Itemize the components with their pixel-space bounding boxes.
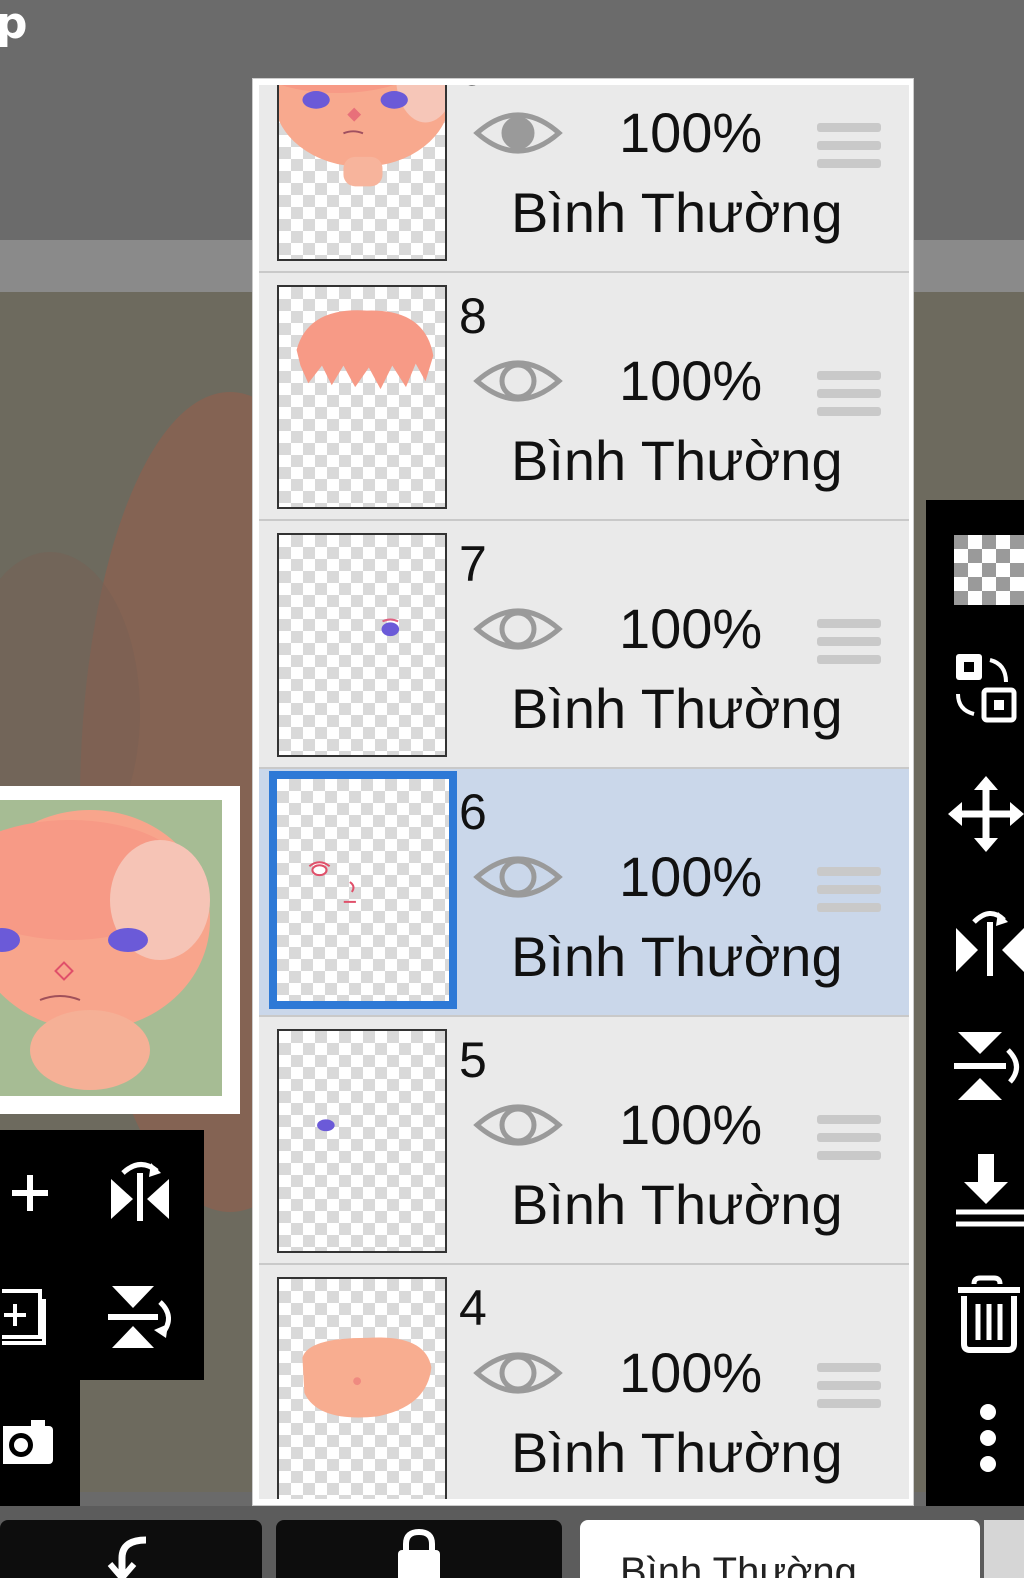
drag-handle-icon[interactable] <box>817 619 881 673</box>
layer-row-9[interactable]: 9 100% Bình Thường <box>259 85 909 273</box>
drag-handle-icon[interactable] <box>817 1115 881 1169</box>
layer-thumbnail[interactable] <box>277 1277 447 1499</box>
layer-number: 9 <box>459 85 487 93</box>
swap-layer-button[interactable] <box>944 648 1024 728</box>
thumbnail-art <box>381 618 400 637</box>
clip-icon <box>107 1536 147 1578</box>
flip-vertical-button[interactable] <box>100 1278 180 1354</box>
layer-tools-right <box>926 500 1024 1506</box>
move-button[interactable] <box>944 774 1024 854</box>
thumbnail-art <box>308 861 356 903</box>
layer-number: 4 <box>459 1280 487 1336</box>
flip-vertical-layer-button[interactable] <box>944 1026 1024 1106</box>
bottom-bar: Bình Thường <box>0 1506 1024 1578</box>
camera-button[interactable] <box>0 1406 60 1476</box>
title-fragment: p <box>0 0 28 49</box>
layer-list[interactable]: 9 100% Bình Thường 8 100% Bình Thường 7 … <box>259 85 909 1499</box>
canvas-preview[interactable] <box>0 786 240 1114</box>
layer-number: 7 <box>459 536 487 592</box>
layer-tools-left-bottom <box>0 1380 80 1506</box>
add-folder-button[interactable] <box>0 1280 54 1350</box>
layer-blend-mode[interactable]: Bình Thường <box>511 185 843 241</box>
delete-layer-button[interactable] <box>944 1274 1024 1354</box>
flip-vertical-icon <box>954 1032 1019 1100</box>
lock-alpha-icon <box>398 1528 440 1578</box>
plus-icon <box>12 1175 48 1211</box>
drag-handle-icon[interactable] <box>817 371 881 425</box>
layer-thumbnail[interactable] <box>277 533 447 757</box>
layer-opacity[interactable]: 100% <box>619 105 762 161</box>
more-vertical-icon <box>980 1404 996 1472</box>
blend-mode-select[interactable]: Bình Thường <box>580 1520 980 1578</box>
layer-row-7[interactable]: 7 100% Bình Thường <box>259 521 909 769</box>
layer-row-8[interactable]: 8 100% Bình Thường <box>259 273 909 521</box>
layer-number: 5 <box>459 1032 487 1088</box>
layer-thumbnail[interactable] <box>277 285 447 509</box>
eye-icon[interactable] <box>473 103 563 163</box>
swap-icon <box>956 654 1017 723</box>
layer-thumbnail[interactable] <box>269 771 457 1009</box>
layer-number: 8 <box>459 288 487 344</box>
blend-mode-label: Bình Thường <box>620 1550 857 1578</box>
layer-thumbnail[interactable] <box>277 85 447 261</box>
layer-opacity[interactable]: 100% <box>619 1097 762 1153</box>
layer-thumbnail[interactable] <box>277 1029 447 1253</box>
layer-tools-left <box>0 1130 204 1380</box>
flip-horizontal-icon <box>956 911 1024 976</box>
checker-icon <box>954 535 1024 605</box>
layer-opacity[interactable]: 100% <box>619 601 762 657</box>
drag-handle-icon[interactable] <box>817 123 881 177</box>
clipping-button[interactable] <box>0 1520 262 1578</box>
layer-blend-mode[interactable]: Bình Thường <box>511 681 843 737</box>
thumbnail-art <box>317 1119 335 1132</box>
transparency-button[interactable] <box>944 530 1024 610</box>
layer-row-6[interactable]: 6 100% Bình Thường <box>259 769 909 1017</box>
eye-icon[interactable] <box>473 1095 563 1155</box>
merge-down-button[interactable] <box>944 1150 1024 1230</box>
layer-blend-mode[interactable]: Bình Thường <box>511 433 843 489</box>
eye-icon[interactable] <box>473 847 563 907</box>
layer-opacity[interactable]: 100% <box>619 1345 762 1401</box>
drag-handle-icon[interactable] <box>817 1363 881 1417</box>
thumbnail-art <box>279 85 445 187</box>
preview-artwork <box>0 800 222 1096</box>
flip-vertical-icon <box>108 1286 171 1348</box>
add-layer-copy-icon <box>2 1289 46 1345</box>
layer-blend-mode[interactable]: Bình Thường <box>511 1177 843 1233</box>
more-button[interactable] <box>944 1398 1024 1478</box>
layer-panel: 9 100% Bình Thường 8 100% Bình Thường 7 … <box>252 78 914 1506</box>
camera-icon <box>3 1420 53 1464</box>
flip-horizontal-icon <box>111 1162 169 1221</box>
trash-icon <box>958 1275 1020 1353</box>
bottom-bar-end <box>984 1520 1024 1578</box>
drag-handle-icon[interactable] <box>817 867 881 921</box>
layer-blend-mode[interactable]: Bình Thường <box>511 929 843 985</box>
layer-number: 6 <box>459 784 487 840</box>
move-icon <box>948 776 1024 852</box>
thumbnail-art <box>296 310 434 390</box>
layer-row-5[interactable]: 5 100% Bình Thường <box>259 1017 909 1265</box>
lock-alpha-button[interactable] <box>276 1520 562 1578</box>
layer-row-4[interactable]: 4 100% Bình Thường <box>259 1265 909 1499</box>
eye-icon[interactable] <box>473 1343 563 1403</box>
eye-icon[interactable] <box>473 599 563 659</box>
flip-horizontal-layer-button[interactable] <box>944 900 1024 980</box>
layer-blend-mode[interactable]: Bình Thường <box>511 1425 843 1481</box>
layer-opacity[interactable]: 100% <box>619 353 762 409</box>
flip-horizontal-button[interactable] <box>100 1156 180 1228</box>
layer-opacity[interactable]: 100% <box>619 849 762 905</box>
thumbnail-art <box>302 1337 432 1418</box>
add-layer-button[interactable] <box>0 1160 60 1226</box>
merge-down-icon <box>956 1154 1024 1227</box>
eye-icon[interactable] <box>473 351 563 411</box>
